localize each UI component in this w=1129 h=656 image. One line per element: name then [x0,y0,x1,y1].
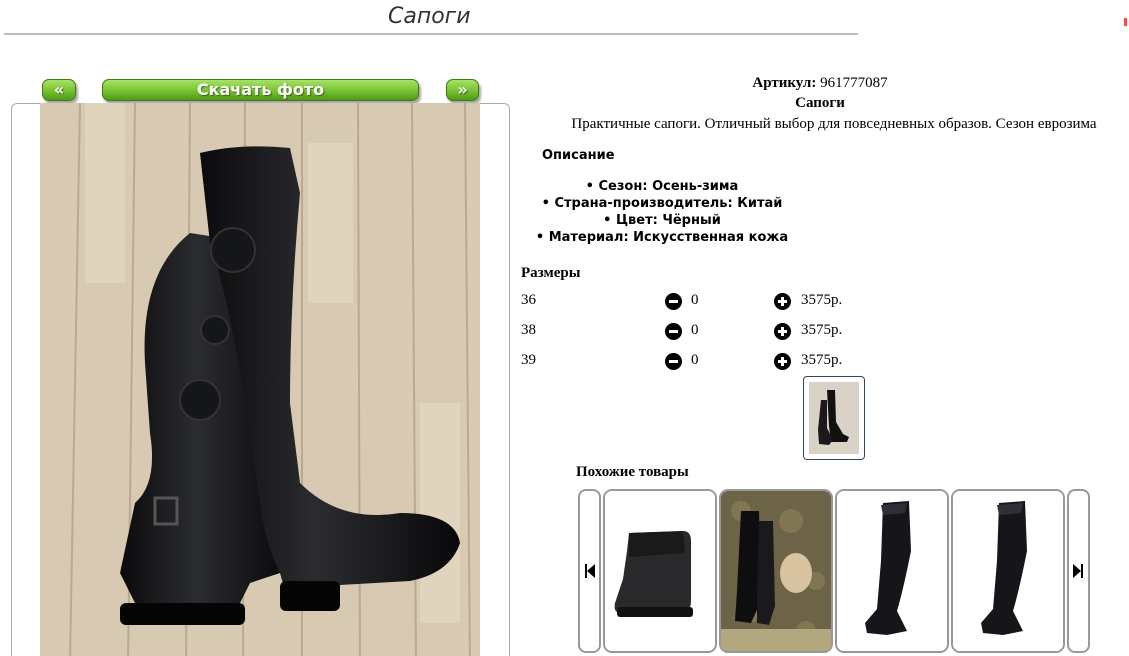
title-divider [4,33,858,35]
similar-products-heading: Похожие товары [576,464,689,480]
edge-mark [1124,18,1127,26]
next-photo-button[interactable]: » [446,79,479,101]
sizes-heading: Размеры [521,265,581,281]
plus-icon[interactable] [774,353,791,370]
similar-item[interactable] [835,489,949,653]
size-row: 39 0 3575р. [521,352,861,372]
size-row: 38 0 3575р. [521,322,861,342]
carousel-prev-button[interactable] [578,489,601,653]
feature-item: Страна-производитель: Китай [520,195,804,212]
feature-list: Сезон: Осень-зима Страна-производитель: … [520,178,804,246]
download-photo-button[interactable]: Скачать фото [102,79,419,101]
page-title: Сапоги [388,4,471,29]
similar-item-image [605,491,715,651]
similar-item-image [721,491,831,651]
similar-item-image [953,491,1063,651]
plus-icon[interactable] [774,323,791,340]
plus-icon[interactable] [774,293,791,310]
quantity-value: 0 [691,322,699,338]
minus-icon[interactable] [665,353,682,370]
product-thumbnail[interactable] [803,376,865,460]
feature-item: Сезон: Осень-зима [520,178,804,195]
price-value: 3575р. [801,322,843,338]
product-name: Сапоги [795,95,845,111]
similar-item-image [837,491,947,651]
size-value: 36 [521,292,536,308]
quantity-value: 0 [691,292,699,308]
size-value: 39 [521,352,536,368]
skip-back-icon [585,564,595,578]
article-value: 961777087 [820,75,888,91]
minus-icon[interactable] [665,323,682,340]
feature-item: Цвет: Чёрный [520,212,804,229]
skip-forward-icon [1073,564,1083,578]
similar-item[interactable] [603,489,717,653]
article-label: Артикул: [752,75,817,91]
carousel-next-button[interactable] [1067,489,1090,653]
prev-photo-button[interactable]: « [42,79,76,101]
similar-item[interactable] [719,489,833,653]
thumbnail-image [809,382,859,454]
description-heading: Описание [542,148,615,163]
price-value: 3575р. [801,292,843,308]
size-value: 38 [521,322,536,338]
article-line: Артикул: 961777087 [520,75,1120,92]
minus-icon[interactable] [665,293,682,310]
product-short-description: Практичные сапоги. Отличный выбор для по… [571,116,1097,132]
size-row: 36 0 3575р. [521,292,861,312]
feature-item: Материал: Искусственная кожа [520,229,804,246]
main-product-photo[interactable] [40,103,480,656]
quantity-value: 0 [691,352,699,368]
price-value: 3575р. [801,352,843,368]
similar-item[interactable] [951,489,1065,653]
